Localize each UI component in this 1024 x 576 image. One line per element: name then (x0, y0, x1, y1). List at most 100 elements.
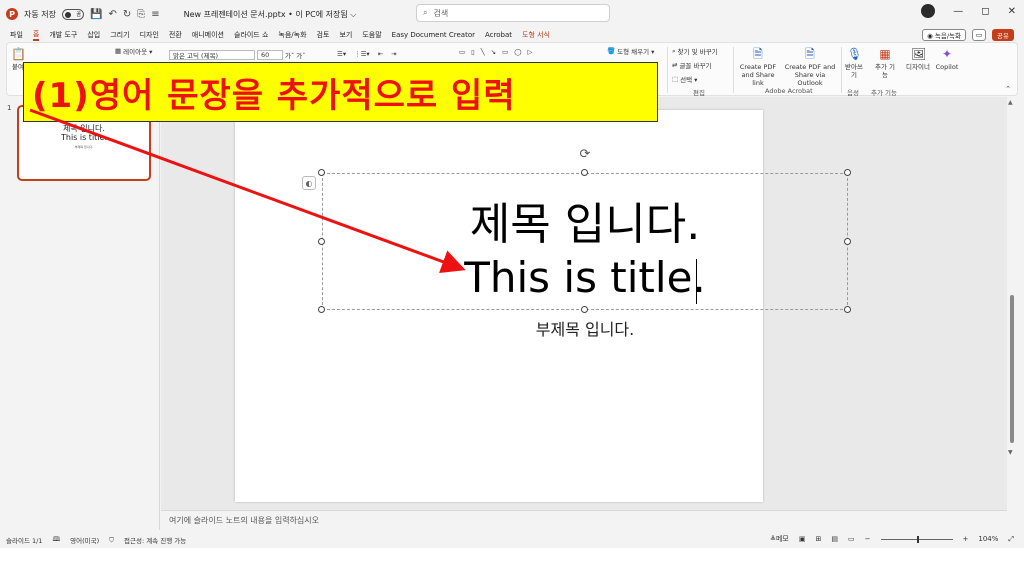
customize-toolbar-icon[interactable]: ≡ (151, 9, 159, 20)
minimize-button[interactable]: — (953, 6, 963, 17)
resize-handle-ne[interactable] (844, 169, 851, 176)
redo-icon[interactable]: ↻ (123, 9, 131, 20)
tab-view[interactable]: 보기 (339, 30, 352, 40)
tab-slideshow[interactable]: 슬라이드 쇼 (234, 30, 268, 40)
pdf-link-icon: 🗎 (753, 47, 763, 61)
vertical-scrollbar[interactable]: ▲ ▼ (1007, 97, 1017, 530)
language-status[interactable]: 영어(미국) (70, 535, 99, 545)
status-bar: 슬라이드 1/1 🕮 영어(미국) ⛉ 접근성: 계속 진행 가능 ≜메모 ▣ … (0, 532, 1024, 548)
dictate-button[interactable]: 🎙 받아쓰기 (843, 47, 865, 80)
oval-shape-icon[interactable]: ◯ (514, 48, 521, 56)
search-input[interactable]: ⌕ 검색 (416, 4, 610, 22)
create-pdf-outlook-button[interactable]: 🗎 Create PDF and Share via Outlook (783, 47, 837, 87)
line-shape-icon[interactable]: ╲ (481, 48, 485, 56)
shape-fill-label: 도형 채우기 ▾ (617, 48, 655, 56)
tab-help[interactable]: 도움말 (362, 30, 381, 40)
undo-icon[interactable]: ↶ (108, 9, 116, 20)
normal-view-icon[interactable]: ▣ (799, 535, 806, 543)
tab-acrobat[interactable]: Acrobat (485, 31, 512, 39)
designer-icon: 🖼 (911, 47, 927, 61)
share-button[interactable]: 공유 (992, 29, 1014, 41)
record-button[interactable]: ◉ 녹음/녹화 (922, 29, 967, 41)
notes-toggle-button[interactable]: ≜메모 (770, 534, 789, 544)
scroll-up-icon[interactable]: ▲ (1008, 99, 1013, 106)
outdent-icon[interactable]: ⇥ (391, 50, 396, 58)
replace-button[interactable]: ⇄ 글꼴 바꾸기 (672, 60, 711, 70)
bullets-icon[interactable]: ☰▾ (337, 50, 346, 58)
shape-fill-button[interactable]: 🪣 도형 채우기 ▾ (607, 46, 654, 56)
create-pdf-outlook-label: Create PDF and Share via Outlook (784, 63, 836, 87)
format-shape-icon[interactable]: ◐ (302, 176, 316, 190)
font-name-select[interactable]: 맑은 고딕 (제목) (169, 50, 255, 60)
resize-handle-sw[interactable] (318, 306, 325, 313)
collapse-ribbon-icon[interactable]: ⌃ (1005, 85, 1011, 93)
tab-shape-format[interactable]: 도형 서식 (522, 30, 550, 40)
resize-handle-se[interactable] (844, 306, 851, 313)
format-painter-icon[interactable]: ⎘ (137, 9, 145, 20)
arrow-shape-icon[interactable]: ↘ (491, 48, 496, 56)
rotate-handle-icon[interactable]: ⟳ (578, 148, 592, 162)
powerpoint-window: P 자동 저장 끔 💾 ↶ ↻ ⎘ ≡ New 프레젠테이션 문서.pptx •… (0, 0, 1024, 576)
shapes-gallery[interactable]: ▭ ▯ ╲ ↘ ▭ ◯ ▷ (459, 48, 533, 56)
decrease-font-icon[interactable]: 가ˇ (296, 50, 305, 60)
font-size-select[interactable]: 60 (257, 50, 283, 60)
search-icon: ⌕ (423, 8, 428, 17)
autosave-toggle[interactable]: 끔 (61, 8, 84, 20)
reading-view-icon[interactable]: ▤ (831, 535, 838, 543)
tab-review[interactable]: 검토 (317, 30, 330, 40)
select-icon: ⬚ (672, 75, 679, 83)
autosave-state: 끔 (76, 11, 81, 18)
scroll-down-icon[interactable]: ▼ (1008, 449, 1013, 456)
accessibility-icon[interactable]: ⛉ (109, 536, 114, 545)
tab-easy-document-creator[interactable]: Easy Document Creator (392, 31, 475, 39)
create-pdf-share-button[interactable]: 🗎 Create PDF and Share link (735, 47, 781, 87)
slide-subtitle[interactable]: 부제목 입니다. (322, 316, 848, 340)
textbox-shape-icon[interactable]: ▭ (459, 48, 465, 56)
zoom-in-icon[interactable]: + (963, 535, 969, 543)
notes-input[interactable]: 여기에 슬라이드 노트의 내용을 입력하십시오 (161, 510, 1007, 530)
numbering-icon[interactable]: ⋮☰▾ (354, 50, 370, 58)
zoom-level[interactable]: 104% (978, 535, 998, 543)
document-title[interactable]: New 프레젠테이션 문서.pptx • 이 PC에 저장됨 ⌵ (184, 9, 357, 20)
tab-draw[interactable]: 그리기 (110, 30, 129, 40)
zoom-slider[interactable] (880, 535, 953, 543)
zoom-out-icon[interactable]: − (865, 535, 871, 543)
layout-button[interactable]: ▦ 레이아웃 ▾ (115, 46, 152, 56)
slide-title-line2[interactable]: This is title. (322, 257, 848, 299)
find-button[interactable]: ⌕ 찾기 및 바꾸기 (672, 46, 718, 57)
tab-animations[interactable]: 애니메이션 (192, 30, 224, 40)
resize-handle-n[interactable] (581, 169, 588, 176)
tab-home[interactable]: 홈 (32, 29, 40, 41)
tab-transitions[interactable]: 전환 (169, 30, 182, 40)
zoom-slider-knob[interactable] (916, 535, 919, 543)
thumbnail-title-line2: This is title. (60, 132, 107, 142)
tab-file[interactable]: 파일 (10, 30, 23, 40)
designer-button[interactable]: 🖼 디자이너 (903, 47, 933, 72)
scrollbar-thumb[interactable] (1010, 295, 1014, 443)
comment-icon[interactable]: ▭ (972, 29, 987, 41)
resize-handle-nw[interactable] (318, 169, 325, 176)
spellcheck-icon[interactable]: 🕮 (52, 535, 60, 546)
accessibility-status[interactable]: 접근성: 계속 진행 가능 (124, 535, 186, 545)
restore-button[interactable]: ◻ (981, 6, 989, 17)
addins-button[interactable]: ▦ 추가 기능 (873, 47, 897, 80)
copilot-button[interactable]: ✦ Copilot (933, 47, 961, 72)
triangle-shape-icon[interactable]: ▷ (528, 48, 533, 56)
slide-sorter-icon[interactable]: ⊞ (816, 535, 822, 543)
tab-developer[interactable]: 개발 도구 (49, 30, 77, 40)
save-icon[interactable]: 💾 (90, 9, 102, 20)
close-button[interactable]: ✕ (1008, 6, 1016, 17)
tab-design[interactable]: 디자인 (140, 30, 159, 40)
slideshow-view-icon[interactable]: ▭ (848, 535, 855, 543)
resize-handle-s[interactable] (581, 306, 588, 313)
tab-record[interactable]: 녹음/녹화 (278, 30, 306, 40)
slide-title-line1[interactable]: 제목 입니다. (322, 203, 848, 247)
fit-slide-icon[interactable]: ⤢ (1008, 535, 1014, 544)
select-button[interactable]: ⬚ 선택 ▾ (672, 74, 697, 84)
increase-font-icon[interactable]: 가ˆ (285, 50, 294, 60)
indent-icon[interactable]: ⇤ (378, 50, 383, 58)
rect-shape-icon[interactable]: ▭ (502, 48, 508, 56)
tab-insert[interactable]: 삽입 (87, 30, 100, 40)
textbox-vertical-icon[interactable]: ▯ (471, 48, 475, 56)
avatar[interactable] (921, 4, 936, 18)
